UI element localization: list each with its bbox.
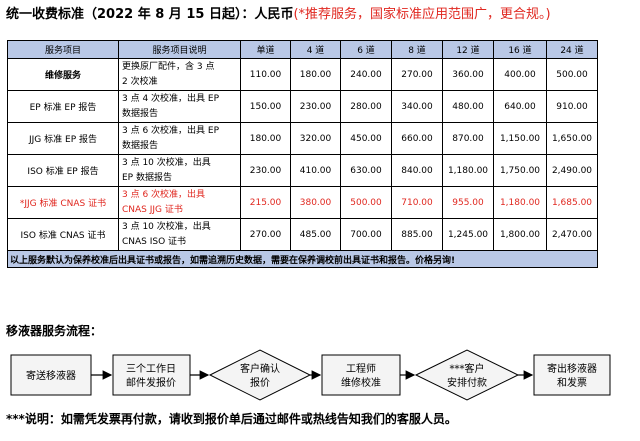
flow-step-label: 寄送移液器 (26, 369, 76, 382)
flow-step-label: 三个工作日 (126, 363, 176, 375)
price-cell: 380.00 (290, 186, 341, 219)
flow-step-label: 邮件发报价 (126, 376, 176, 389)
flow-step-label: 维修校准 (341, 376, 381, 389)
flow-step-label: 客户确认 (240, 362, 280, 375)
price-cell: 150.00 (240, 90, 291, 123)
col-header: 单道 (240, 40, 291, 59)
price-cell: 955.00 (442, 186, 494, 219)
service-desc: 3 点 4 次校准，出具 EP 数据报告 (118, 90, 241, 123)
flow-step-label: 寄出移液器 (547, 362, 597, 375)
price-cell: 480.00 (442, 90, 494, 123)
price-cell: 450.00 (340, 122, 392, 155)
flow-step-label: 工程师 (346, 362, 376, 375)
title-recommend-note: (*推荐服务，国家标准应用范围广，更合规。) (293, 7, 551, 22)
price-cell: 230.00 (240, 154, 291, 187)
service-desc: 3 点 10 次校准，出具 EP 数据报告 (118, 154, 241, 187)
price-cell: 500.00 (546, 58, 598, 91)
price-cell: 1,150.00 (493, 122, 547, 155)
price-cell: 710.00 (391, 186, 443, 219)
payment-footnote: ***说明：如需凭发票再付款，请收到报价单后通过邮件或热线告知我们的客服人员。 (6, 412, 457, 426)
price-cell: 630.00 (340, 154, 392, 187)
price-cell: 410.00 (290, 154, 341, 187)
service-desc: 更换原厂配件，含 3 点2 次校准 (118, 58, 241, 91)
service-item: EP 标准 EP 报告 (7, 90, 119, 123)
flow-step-customer-confirm: 客户确认 报价 (208, 349, 312, 401)
col-header: 24 道 (546, 40, 598, 59)
service-item: ISO 标准 EP 报告 (7, 154, 119, 187)
service-desc: 3 点 6 次校准，出具 EP 数据报告 (118, 122, 241, 155)
col-header: 6 道 (340, 40, 392, 59)
price-cell: 270.00 (240, 218, 291, 251)
price-cell: 840.00 (391, 154, 443, 187)
service-item: JJG 标准 EP 报告 (7, 122, 119, 155)
col-header: 服务项目说明 (118, 40, 241, 59)
table-note-row: 以上服务默认为保养校准后出具证书或报告，如需追溯历史数据，需要在保养调校前出具证… (7, 250, 598, 268)
price-cell: 2,490.00 (546, 154, 598, 187)
price-cell: 2,470.00 (546, 218, 598, 251)
flow-step-label: ***客户 (450, 362, 485, 375)
flow-step-return-invoice: 寄出移液器 和发票 (533, 354, 611, 396)
table-row: ISO 标准 CNAS 证书 3 点 10 次校准，出具 CNAS ISO 证书 … (7, 218, 598, 251)
price-cell: 485.00 (290, 218, 341, 251)
price-cell: 1,180.00 (493, 186, 547, 219)
table-header-row: 服务项目 服务项目说明 单道 4 道 6 道 8 道 12 道 16 道 24 … (7, 40, 598, 59)
price-cell: 1,800.00 (493, 218, 547, 251)
price-cell: 280.00 (340, 90, 392, 123)
price-cell: 110.00 (240, 58, 291, 91)
col-header: 4 道 (290, 40, 341, 59)
price-cell: 1,750.00 (493, 154, 547, 187)
table-note: 以上服务默认为保养校准后出具证书或报告，如需追溯历史数据，需要在保养调校前出具证… (7, 250, 598, 268)
price-cell: 885.00 (391, 218, 443, 251)
table-row: ISO 标准 EP 报告 3 点 10 次校准，出具 EP 数据报告 230.00… (7, 154, 598, 187)
price-cell: 1,180.00 (442, 154, 494, 187)
price-cell: 700.00 (340, 218, 392, 251)
price-cell: 320.00 (290, 122, 341, 155)
price-cell: 360.00 (442, 58, 494, 91)
flow-step-label: 和发票 (557, 376, 587, 389)
price-cell: 1,245.00 (442, 218, 494, 251)
price-cell: 1,685.00 (546, 186, 598, 219)
table-row: EP 标准 EP 报告 3 点 4 次校准，出具 EP 数据报告 150.00 2… (7, 90, 598, 123)
price-cell: 1,650.00 (546, 122, 598, 155)
flow-step-quote-email: 三个工作日 邮件发报价 (112, 354, 191, 396)
price-cell: 230.00 (290, 90, 341, 123)
table-row: 维修服务 更换原厂配件，含 3 点2 次校准 110.00 180.00 240… (7, 58, 598, 91)
price-cell: 180.00 (290, 58, 341, 91)
price-cell: 270.00 (391, 58, 443, 91)
price-cell: 240.00 (340, 58, 392, 91)
table-row-recommended: *JJG 标准 CNAS 证书 3 点 6 次校准，出具 CNAS JJG 证书 … (7, 186, 598, 219)
price-table: 服务项目 服务项目说明 单道 4 道 6 道 8 道 12 道 16 道 24 … (7, 40, 598, 268)
price-cell: 870.00 (442, 122, 494, 155)
price-cell: 660.00 (391, 122, 443, 155)
flow-step-label: 安排付款 (447, 376, 487, 389)
title-main: 统一收费标准（2022 年 8 月 15 日起）：人民币 (6, 7, 294, 22)
service-item: *JJG 标准 CNAS 证书 (7, 186, 119, 219)
price-cell: 640.00 (493, 90, 547, 123)
price-cell: 180.00 (240, 122, 291, 155)
service-desc: 3 点 10 次校准，出具 CNAS ISO 证书 (118, 218, 241, 251)
service-item: 维修服务 (7, 58, 119, 91)
flow-step-label: 报价 (250, 376, 270, 389)
service-desc: 3 点 6 次校准，出具 CNAS JJG 证书 (118, 186, 241, 219)
price-cell: 910.00 (546, 90, 598, 123)
col-header: 16 道 (493, 40, 547, 59)
price-cell: 500.00 (340, 186, 392, 219)
col-header: 服务项目 (7, 40, 119, 59)
flow-section-title: 移液器服务流程： (6, 324, 103, 338)
col-header: 12 道 (442, 40, 494, 59)
flow-step-customer-payment: ***客户 安排付款 (414, 349, 520, 401)
price-cell: 340.00 (391, 90, 443, 123)
flow-step-engineer-calibration: 工程师 维修校准 (321, 354, 401, 396)
page-title: 统一收费标准（2022 年 8 月 15 日起）：人民币(*推荐服务，国家标准应… (6, 4, 636, 26)
price-cell: 215.00 (240, 186, 291, 219)
col-header: 8 道 (391, 40, 443, 59)
table-row: JJG 标准 EP 报告 3 点 6 次校准，出具 EP 数据报告 180.00 … (7, 122, 598, 155)
service-item: ISO 标准 CNAS 证书 (7, 218, 119, 251)
price-cell: 400.00 (493, 58, 547, 91)
flow-step-ship-pipette: 寄送移液器 (10, 354, 92, 396)
